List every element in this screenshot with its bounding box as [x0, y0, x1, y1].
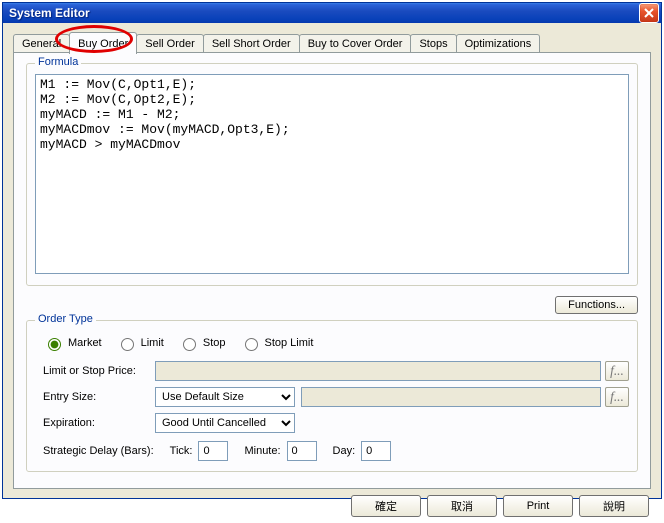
tick-input[interactable]	[198, 441, 228, 461]
ok-button[interactable]: 確定	[351, 495, 421, 517]
radio-stop[interactable]: Stop	[178, 335, 226, 351]
tab-panel: Formula Functions... Order Type Market L…	[13, 52, 651, 489]
order-type-radios: Market Limit Stop Stop Limit	[43, 335, 629, 351]
tab-optimizations[interactable]: Optimizations	[456, 34, 541, 53]
radio-stop-label: Stop	[203, 337, 226, 349]
radio-stop-limit-label: Stop Limit	[265, 337, 314, 349]
entry-size-select[interactable]: Use Default Size	[155, 387, 295, 407]
tab-general[interactable]: General	[13, 34, 70, 53]
entry-size-label: Entry Size:	[35, 391, 155, 403]
expiration-label: Expiration:	[35, 417, 155, 429]
radio-limit[interactable]: Limit	[116, 335, 164, 351]
radio-market-input[interactable]	[48, 338, 61, 351]
close-icon	[644, 8, 654, 18]
radio-stop-input[interactable]	[183, 338, 196, 351]
radio-market-label: Market	[68, 337, 102, 349]
formula-legend: Formula	[35, 56, 81, 68]
tab-sell-order[interactable]: Sell Order	[136, 34, 204, 53]
titlebar: System Editor	[3, 3, 661, 23]
strategic-delay-row: Strategic Delay (Bars): Tick: Minute: Da…	[43, 441, 629, 461]
tab-buy-order[interactable]: Buy Order	[69, 32, 137, 54]
radio-stop-limit[interactable]: Stop Limit	[240, 335, 314, 351]
order-type-group: Order Type Market Limit Stop	[26, 320, 638, 472]
day-label: Day:	[333, 445, 356, 457]
window-title: System Editor	[9, 6, 639, 20]
radio-limit-input[interactable]	[121, 338, 134, 351]
expiration-row: Expiration: Good Until Cancelled	[35, 413, 629, 433]
limit-price-label: Limit or Stop Price:	[35, 365, 155, 377]
client-area: General Buy Order Sell Order Sell Short …	[3, 23, 661, 523]
close-button[interactable]	[639, 3, 659, 23]
tab-stops[interactable]: Stops	[410, 34, 456, 53]
dialog-button-bar: 確定 取消 Print 說明	[13, 489, 651, 517]
radio-limit-label: Limit	[141, 337, 164, 349]
formula-textarea[interactable]	[35, 74, 629, 274]
radio-market[interactable]: Market	[43, 335, 102, 351]
system-editor-window: System Editor General Buy Order Sell Ord…	[2, 2, 662, 499]
limit-price-input[interactable]	[155, 361, 601, 381]
entry-size-fx-button[interactable]: f...	[605, 387, 629, 407]
expiration-select[interactable]: Good Until Cancelled	[155, 413, 295, 433]
functions-button[interactable]: Functions...	[555, 296, 638, 314]
limit-price-row: Limit or Stop Price: f...	[35, 361, 629, 381]
tab-strip: General Buy Order Sell Order Sell Short …	[13, 31, 651, 53]
entry-size-extra-input[interactable]	[301, 387, 601, 407]
tab-buy-to-cover-order[interactable]: Buy to Cover Order	[299, 34, 412, 53]
print-button[interactable]: Print	[503, 495, 573, 517]
entry-size-row: Entry Size: Use Default Size f...	[35, 387, 629, 407]
cancel-button[interactable]: 取消	[427, 495, 497, 517]
help-button[interactable]: 說明	[579, 495, 649, 517]
tab-sell-short-order[interactable]: Sell Short Order	[203, 34, 300, 53]
order-type-legend: Order Type	[35, 313, 96, 325]
limit-price-fx-button[interactable]: f...	[605, 361, 629, 381]
minute-input[interactable]	[287, 441, 317, 461]
functions-row: Functions...	[26, 296, 638, 314]
tick-label: Tick:	[170, 445, 193, 457]
strategic-delay-label: Strategic Delay (Bars):	[43, 445, 154, 457]
minute-label: Minute:	[244, 445, 280, 457]
day-input[interactable]	[361, 441, 391, 461]
radio-stop-limit-input[interactable]	[245, 338, 258, 351]
formula-group: Formula	[26, 63, 638, 286]
